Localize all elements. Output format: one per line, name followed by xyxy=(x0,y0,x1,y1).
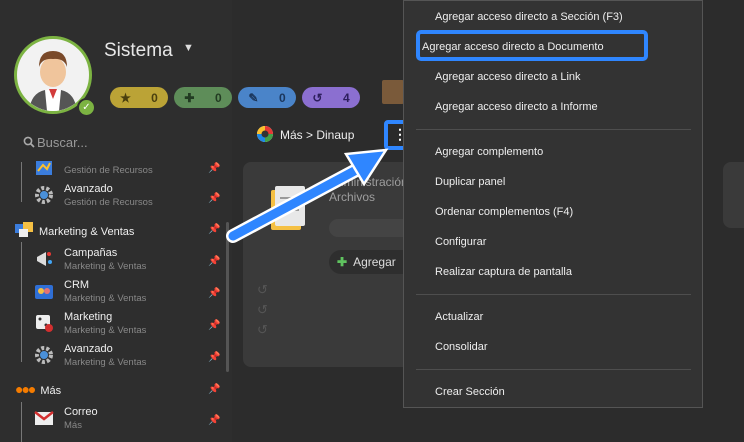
options-dropdown-menu: Agregar acceso directo a Sección (F3) Ag… xyxy=(403,0,703,408)
megaphone-icon xyxy=(37,252,52,266)
sidebar-item-marketing[interactable]: Marketing Marketing & Ventas xyxy=(34,311,224,341)
pin-icon[interactable]: 📌 xyxy=(208,256,220,267)
online-check-icon: ✓ xyxy=(77,98,96,117)
history-icon: ↺ xyxy=(312,90,323,105)
sidebar-item-subtitle: Marketing & Ventas xyxy=(64,261,147,272)
add-button-label: Agregar xyxy=(353,255,396,269)
badge-history[interactable]: ↺ 4 xyxy=(302,87,360,108)
pencil-icon: ✎ xyxy=(248,90,259,105)
sidebar-item-title: Avanzado xyxy=(64,183,113,195)
tree-line xyxy=(21,242,22,362)
menu-item-shortcut-link[interactable]: Agregar acceso directo a Link xyxy=(435,71,581,83)
sidebar-item-subtitle: Marketing & Ventas xyxy=(64,293,147,304)
tab-label: Más > Dinaup xyxy=(280,128,355,142)
badge-pencil[interactable]: ✎ 0 xyxy=(238,87,296,108)
search-input[interactable]: Buscar... xyxy=(23,135,88,150)
pin-icon[interactable]: 📌 xyxy=(208,224,220,235)
sidebar-item-subtitle: Gestión de Recursos xyxy=(64,197,153,208)
menu-item-refresh[interactable]: Actualizar xyxy=(435,311,483,323)
chevron-down-icon[interactable]: ▼ xyxy=(183,42,194,54)
badge-count: 0 xyxy=(279,90,286,105)
menu-item-shortcut-section[interactable]: Agregar acceso directo a Sección (F3) xyxy=(435,11,623,23)
document-icon xyxy=(271,186,305,230)
panel-title: Archivos xyxy=(329,190,376,204)
pin-icon[interactable]: 📌 xyxy=(208,352,220,363)
plus-icon: ✚ xyxy=(184,90,195,105)
sidebar-item-subtitle: Marketing & Ventas xyxy=(64,325,147,336)
dots-icon: ●●● xyxy=(15,381,36,397)
sidebar-item-campanas[interactable]: Campañas Marketing & Ventas xyxy=(34,247,224,277)
menu-item-shortcut-document[interactable]: Agregar acceso directo a Documento xyxy=(422,41,604,53)
menu-item-configure[interactable]: Configurar xyxy=(435,236,486,248)
marketing-icon xyxy=(15,222,33,237)
pin-icon[interactable]: 📌 xyxy=(208,163,220,174)
panel-title: Administración xyxy=(329,175,408,189)
sidebar: ✓ Sistema ▼ ★ 0 ✚ 0 ✎ 0 ↺ 4 Buscar... Ge… xyxy=(0,0,360,442)
tab-mas-dinaup[interactable]: Más > Dinaup xyxy=(256,125,354,143)
pin-icon[interactable]: 📌 xyxy=(208,193,220,204)
sidebar-item-crm[interactable]: CRM Marketing & Ventas xyxy=(34,279,224,309)
search-placeholder: Buscar... xyxy=(37,135,88,150)
badge-plus[interactable]: ✚ 0 xyxy=(174,87,232,108)
menu-item-screenshot[interactable]: Realizar captura de pantalla xyxy=(435,266,572,278)
menu-item-sort-plugins[interactable]: Ordenar complementos (F4) xyxy=(435,206,573,218)
menu-divider xyxy=(416,294,691,295)
history-icon[interactable]: ↺ xyxy=(257,322,268,338)
map-icon xyxy=(36,161,52,175)
pin-icon[interactable]: 📌 xyxy=(208,415,220,426)
sidebar-item-subtitle: Gestión de Recursos xyxy=(64,165,153,176)
menu-divider xyxy=(416,129,691,130)
search-icon xyxy=(23,136,35,148)
sidebar-item-avanzado-marketing[interactable]: Avanzado Marketing & Ventas xyxy=(34,343,224,373)
sidebar-section-mas[interactable]: ●●● Más xyxy=(15,381,61,397)
sidebar-scrollbar[interactable] xyxy=(226,222,229,372)
pin-icon[interactable]: 📌 xyxy=(208,288,220,299)
badge-count: 0 xyxy=(151,90,158,105)
wallet-icon xyxy=(382,80,404,104)
menu-divider xyxy=(416,369,691,370)
badge-count: 0 xyxy=(215,90,222,105)
sidebar-item-avanzado-recursos[interactable]: Avanzado Gestión de Recursos xyxy=(34,183,224,213)
sidebar-item-title: Avanzado xyxy=(64,343,113,355)
star-icon: ★ xyxy=(120,90,131,105)
dice-icon xyxy=(36,315,53,332)
panel-secondary xyxy=(723,162,744,228)
mail-icon xyxy=(34,411,54,425)
user-name[interactable]: Sistema xyxy=(104,40,173,62)
menu-item-duplicate-panel[interactable]: Duplicar panel xyxy=(435,176,505,188)
badge-star[interactable]: ★ 0 xyxy=(110,87,168,108)
pin-icon[interactable]: 📌 xyxy=(208,384,220,395)
section-label: Más xyxy=(40,385,62,397)
tree-line xyxy=(21,162,22,202)
history-icon[interactable]: ↺ xyxy=(257,282,268,298)
menu-item-consolidate[interactable]: Consolidar xyxy=(435,341,488,353)
sidebar-section-marketing[interactable]: Marketing & Ventas xyxy=(15,222,134,238)
tree-line xyxy=(21,402,22,442)
history-icon[interactable]: ↺ xyxy=(257,302,268,318)
sidebar-item-subtitle: Más xyxy=(64,420,82,431)
menu-item-shortcut-report[interactable]: Agregar acceso directo a Informe xyxy=(435,101,598,113)
section-label: Marketing & Ventas xyxy=(39,226,135,238)
dinaup-logo-icon xyxy=(257,126,273,142)
sidebar-item-correo[interactable]: Correo Más xyxy=(34,406,224,436)
sidebar-item-title: Correo xyxy=(64,406,98,418)
menu-item-add-plugin[interactable]: Agregar complemento xyxy=(435,146,543,158)
sidebar-item-title: Campañas xyxy=(64,247,118,259)
sidebar-item-subtitle: Marketing & Ventas xyxy=(64,357,147,368)
crm-people-icon xyxy=(35,285,53,299)
gear-icon xyxy=(35,346,53,364)
badge-row: ★ 0 ✚ 0 ✎ 0 ↺ 4 xyxy=(110,87,360,108)
sidebar-item-title: CRM xyxy=(64,279,90,291)
badge-count: 4 xyxy=(343,90,350,105)
plus-icon: ✚ xyxy=(337,255,348,269)
person-icon xyxy=(29,51,77,111)
pin-icon[interactable]: 📌 xyxy=(208,320,220,331)
gear-icon xyxy=(35,186,53,204)
sidebar-item-title: Marketing xyxy=(64,311,113,323)
menu-item-create-section[interactable]: Crear Sección xyxy=(435,386,505,398)
